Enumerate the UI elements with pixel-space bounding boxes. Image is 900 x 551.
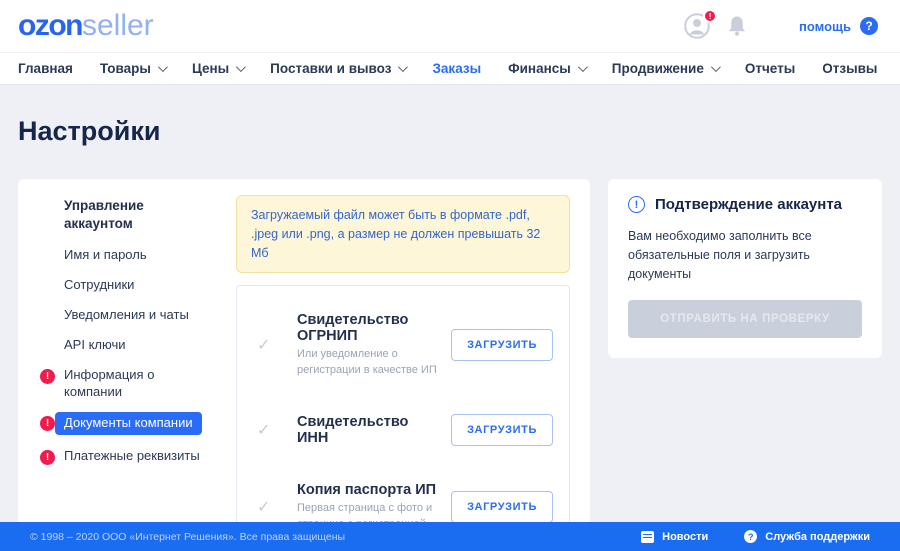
warning-badge-icon: !	[40, 450, 55, 465]
chevron-down-icon	[578, 62, 588, 72]
copyright-text: © 1998 – 2020 ООО «Интернет Решения». Вс…	[30, 531, 345, 543]
help-label: помощь	[799, 19, 851, 34]
main-nav: Главная Товары Цены Поставки и вывоз Зак…	[0, 53, 900, 85]
chevron-down-icon	[398, 62, 408, 72]
sidebar-item-payment-details[interactable]: ! Платежные реквизиты	[40, 448, 236, 465]
news-link[interactable]: Новости	[641, 531, 708, 543]
check-icon: ✓	[253, 335, 297, 355]
nav-item-zakazy[interactable]: Заказы	[432, 61, 481, 76]
document-row-ogrnip: ✓ Свидетельство ОГРНИП Или уведомление о…	[253, 312, 553, 378]
logo-ozon: ozon	[18, 9, 82, 43]
app-footer: © 1998 – 2020 ООО «Интернет Решения». Вс…	[0, 522, 900, 551]
submit-for-review-button[interactable]: ОТПРАВИТЬ НА ПРОВЕРКУ	[628, 300, 862, 338]
logo-seller: seller	[82, 9, 154, 43]
sidebar-item-notifications[interactable]: Уведомления и чаты	[40, 307, 236, 324]
sidebar-item-company-documents[interactable]: ! Документы компании	[40, 414, 236, 436]
profile-alert-badge: !	[703, 9, 717, 23]
sidebar-header-label: Управление аккаунтом	[64, 197, 209, 232]
document-title: Свидетельство ОГРНИП	[297, 312, 441, 344]
nav-item-tovary[interactable]: Товары	[100, 61, 165, 76]
sidebar-item-api-keys[interactable]: API ключи	[40, 337, 236, 354]
warning-badge-icon: !	[40, 416, 55, 431]
nav-item-glavnaya[interactable]: Главная	[18, 61, 73, 76]
nav-item-postavki[interactable]: Поставки и вывоз	[270, 61, 405, 76]
alert-circle-icon: !	[628, 196, 645, 213]
file-format-info-box: Загружаемый файл может быть в формате .p…	[236, 195, 570, 273]
document-subtitle: Или уведомление о регистрации в качестве…	[297, 347, 441, 378]
document-row-inn: ✓ Свидетельство ИНН ЗАГРУЗИТЬ	[253, 414, 553, 446]
chevron-down-icon	[236, 62, 246, 72]
bell-icon	[727, 15, 747, 37]
chevron-down-icon	[158, 62, 168, 72]
account-confirmation-panel: ! Подтверждение аккаунта Вам необходимо …	[608, 179, 882, 358]
sidebar-selected-label: Документы компании	[55, 412, 202, 436]
profile-button[interactable]: !	[684, 13, 711, 39]
help-button[interactable]: помощь ?	[799, 17, 878, 35]
nav-item-otchety[interactable]: Отчеты	[745, 61, 795, 76]
sidebar-item-employees[interactable]: Сотрудники	[40, 277, 236, 294]
nav-item-tseny[interactable]: Цены	[192, 61, 243, 76]
nav-item-prodvizhenie[interactable]: Продвижение	[612, 61, 718, 76]
upload-button-ogrnip[interactable]: ЗАГРУЗИТЬ	[451, 329, 553, 361]
chevron-down-icon	[711, 62, 721, 72]
content-area: Управление аккаунтом Имя и пароль Сотруд…	[0, 179, 900, 551]
document-title: Свидетельство ИНН	[297, 414, 441, 446]
documents-list: ✓ Свидетельство ОГРНИП Или уведомление о…	[236, 285, 570, 551]
settings-card: Управление аккаунтом Имя и пароль Сотруд…	[18, 179, 590, 551]
nav-item-otzyvy[interactable]: Отзывы	[822, 61, 877, 76]
ozon-seller-logo[interactable]: ozonseller	[18, 9, 154, 43]
sidebar-header: Управление аккаунтом	[40, 197, 236, 232]
confirmation-title: Подтверждение аккаунта	[655, 196, 842, 213]
confirmation-description: Вам необходимо заполнить все обязательны…	[628, 227, 862, 283]
support-question-icon: ?	[744, 530, 757, 543]
document-title: Копия паспорта ИП	[297, 482, 441, 498]
sidebar-item-name-password[interactable]: Имя и пароль	[40, 247, 236, 264]
settings-sidebar: Управление аккаунтом Имя и пароль Сотруд…	[40, 195, 236, 551]
documents-section: Загружаемый файл может быть в формате .p…	[236, 195, 570, 551]
check-icon: ✓	[253, 420, 297, 440]
page-title: Настройки	[0, 103, 900, 161]
news-icon	[641, 531, 654, 543]
upload-button-passport[interactable]: ЗАГРУЗИТЬ	[451, 491, 553, 523]
notifications-button[interactable]	[727, 15, 747, 37]
sidebar-item-company-info[interactable]: ! Информация о компании	[40, 367, 236, 401]
check-icon: ✓	[253, 497, 297, 517]
app-header: ozonseller ! помощь ?	[0, 0, 900, 53]
help-question-icon: ?	[860, 17, 878, 35]
warning-badge-icon: !	[40, 369, 55, 384]
nav-item-finansy[interactable]: Финансы	[508, 61, 585, 76]
support-link[interactable]: ? Служба поддержки	[744, 530, 870, 543]
upload-button-inn[interactable]: ЗАГРУЗИТЬ	[451, 414, 553, 446]
